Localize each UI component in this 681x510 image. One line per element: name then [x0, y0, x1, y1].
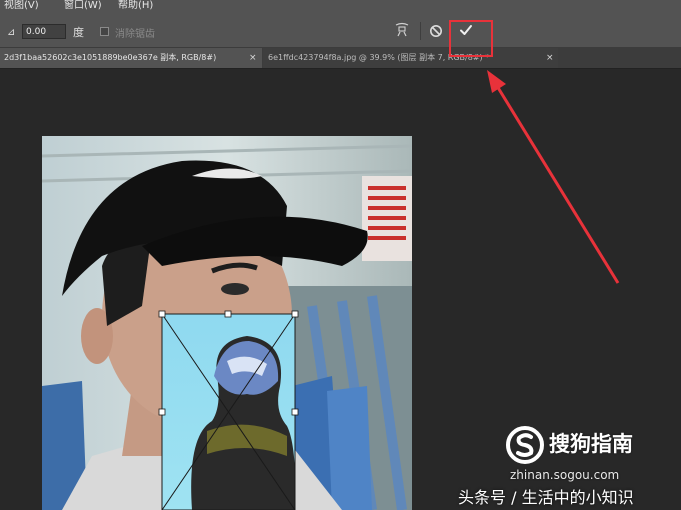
- antialias-checkbox[interactable]: [100, 27, 109, 36]
- angle-unit-label: 度: [73, 26, 84, 39]
- tab-close-icon[interactable]: ×: [249, 48, 257, 68]
- toolbar-divider: [420, 22, 421, 40]
- warp-icon[interactable]: [393, 21, 411, 39]
- watermark-credit: 头条号 / 生活中的小知识: [458, 488, 634, 507]
- sogou-logo-icon: [506, 426, 544, 464]
- cancel-transform-icon[interactable]: [429, 24, 443, 38]
- menu-window[interactable]: 窗口(W): [64, 0, 102, 12]
- document-tab-bar: 2d3f1baa52602c3e1051889be0e367e 副本, RGB/…: [0, 48, 681, 69]
- document-photo[interactable]: [42, 136, 412, 510]
- angle-icon: ⊿: [7, 27, 16, 38]
- watermark-url: zhinan.sogou.com: [510, 468, 620, 482]
- watermark-brand: 搜狗指南: [549, 432, 633, 456]
- menu-bar: 视图(V) 窗口(W) 帮助(H): [0, 0, 681, 14]
- menu-view[interactable]: 视图(V): [4, 0, 39, 12]
- document-tab-active[interactable]: 2d3f1baa52602c3e1051889be0e367e 副本, RGB/…: [0, 48, 262, 68]
- menu-help[interactable]: 帮助(H): [118, 0, 153, 12]
- tab-close-icon[interactable]: ×: [546, 48, 554, 68]
- options-bar: ⊿ 0.00 度 消除锯齿: [0, 14, 681, 48]
- antialias-label: 消除锯齿: [115, 29, 155, 40]
- document-tab[interactable]: 6e1ffdc423794f8a.jpg @ 39.9% (图层 副本 7, R…: [263, 48, 558, 68]
- tab-title: 2d3f1baa52602c3e1051889be0e367e 副本, RGB/…: [4, 53, 217, 62]
- commit-button-highlight: [449, 20, 493, 57]
- angle-input[interactable]: 0.00: [22, 24, 66, 39]
